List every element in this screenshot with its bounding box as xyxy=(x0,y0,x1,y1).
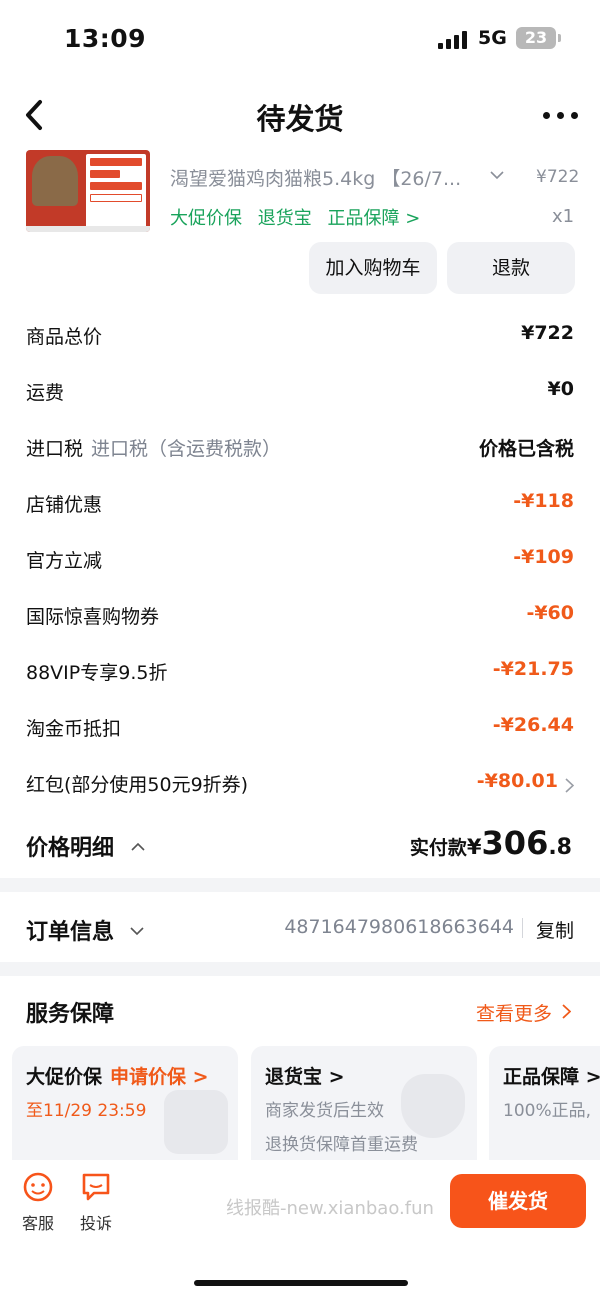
nav-bar: 待发货 xyxy=(0,80,600,150)
service-item-name: 退货宝 > xyxy=(265,1066,345,1088)
cost-row: 国际惊喜购物券 -¥60 xyxy=(26,602,574,634)
complaint-icon[interactable] xyxy=(79,1172,113,1202)
copy-button[interactable]: 复制 xyxy=(536,916,574,943)
product-title[interactable]: 渴望爱猫鸡肉猫粮5.4kg 【26/7... xyxy=(170,164,461,191)
network-type: 5G xyxy=(478,27,507,49)
service-tags[interactable]: 大促价保 退货宝 正品保障 > xyxy=(170,204,430,230)
divider xyxy=(522,918,523,938)
complaint-label[interactable]: 投诉 xyxy=(80,1210,112,1234)
chevron-down-icon[interactable] xyxy=(130,927,144,936)
paid-integer: 306 xyxy=(481,824,549,862)
chevron-right-icon[interactable] xyxy=(562,1004,571,1019)
service-item-return-insurance[interactable]: 退货宝 > 商家发货后生效 退换货保障首重运费 xyxy=(251,1046,477,1160)
paid-currency: ¥ xyxy=(466,835,482,859)
see-more-link[interactable]: 查看更多 xyxy=(476,999,552,1026)
urge-shipping-button[interactable]: 催发货 xyxy=(450,1174,586,1228)
cost-row: 商品总价 ¥722 xyxy=(26,322,574,354)
package-strip xyxy=(26,226,150,232)
tax-sublabel: 进口税（含运费税款） xyxy=(91,438,282,460)
price-detail-toggle[interactable]: 价格明细 xyxy=(26,830,114,862)
chevron-down-icon[interactable] xyxy=(490,170,504,180)
customer-service-label[interactable]: 客服 xyxy=(22,1210,54,1234)
service-title: 服务保障 xyxy=(26,1002,115,1027)
cost-value: -¥21.75 xyxy=(492,658,574,680)
home-indicator xyxy=(194,1280,408,1286)
cost-label: 淘金币抵扣 xyxy=(26,718,122,740)
service-item-name: 正品保障 > xyxy=(503,1066,600,1088)
cost-label: 商品总价 xyxy=(26,326,103,348)
tag-return-insurance: 退货宝 xyxy=(257,208,312,229)
cost-label: 官方立减 xyxy=(26,550,103,572)
service-item-title: 大促价保 申请价保 > xyxy=(26,1062,209,1089)
cost-value: -¥26.44 xyxy=(492,714,574,736)
order-info-toggle[interactable]: 订单信息 xyxy=(26,914,114,946)
customer-service-icon[interactable] xyxy=(21,1172,55,1202)
cost-label: 店铺优惠 xyxy=(26,494,103,516)
service-item-name: 大促价保 xyxy=(26,1066,103,1088)
cost-value: -¥80.01 xyxy=(476,770,558,792)
battery-cap xyxy=(558,34,561,42)
page-title: 待发货 xyxy=(256,102,344,136)
cost-label: 国际惊喜购物券 xyxy=(26,606,160,628)
cost-row: 进口税 进口税（含运费税款） 价格已含税 xyxy=(26,434,574,466)
status-bar: 13:09 5G 23 xyxy=(0,0,600,80)
tax-label: 进口税 xyxy=(26,438,84,460)
chevron-right-icon xyxy=(565,778,574,793)
cost-row: 店铺优惠 -¥118 xyxy=(26,490,574,522)
paid-amount: 实付款¥306.8 xyxy=(410,824,572,862)
cost-row: 运费 ¥0 xyxy=(26,378,574,410)
tag-price-protect: 大促价保 xyxy=(170,208,242,229)
price-tag-watermark-icon xyxy=(164,1090,228,1154)
order-info-card: 订单信息 4871647980618663644 复制 xyxy=(0,892,600,962)
cost-label: 运费 xyxy=(26,382,65,404)
product-image[interactable] xyxy=(26,150,150,232)
cost-value: -¥109 xyxy=(513,546,574,568)
service-item-desc: 退换货保障首重运费 xyxy=(265,1135,418,1155)
cost-row: 88VIP专享9.5折 -¥21.75 xyxy=(26,658,574,690)
cost-label: 88VIP专享9.5折 xyxy=(26,662,168,684)
red-packet-row[interactable]: 红包(部分使用50元9折券) -¥80.01 xyxy=(26,770,574,802)
cost-value: -¥60 xyxy=(526,602,574,624)
service-item-desc: 商家发货后生效 xyxy=(265,1101,384,1121)
service-guarantee-card: 服务保障 查看更多 大促价保 申请价保 > 至11/29 23:59 退货宝 > … xyxy=(0,976,600,1160)
cost-row: 淘金币抵扣 -¥26.44 xyxy=(26,714,574,746)
product-quantity: x1 xyxy=(552,206,575,227)
apply-price-protect-link[interactable]: 申请价保 > xyxy=(110,1066,209,1088)
battery-icon: 23 xyxy=(516,27,556,49)
order-detail-card: 渴望爱猫鸡肉猫粮5.4kg 【26/7... ¥722 大促价保 退货宝 正品保… xyxy=(0,150,600,878)
cost-row: 官方立减 -¥109 xyxy=(26,546,574,578)
cost-value: ¥722 xyxy=(521,322,574,344)
cost-value: -¥118 xyxy=(513,490,574,512)
watermark-text: 线报酷-new.xianbao.fun xyxy=(226,1198,434,1219)
cost-label: 进口税 进口税（含运费税款） xyxy=(26,434,281,461)
cost-label: 红包(部分使用50元9折券) xyxy=(26,774,249,796)
order-number: 4871647980618663644 xyxy=(284,916,514,938)
chevron-up-icon[interactable] xyxy=(131,842,145,851)
add-to-cart-button[interactable]: 加入购物车 xyxy=(309,242,437,294)
cost-value: ¥0 xyxy=(547,378,574,400)
shield-watermark-icon xyxy=(401,1074,465,1138)
tag-authentic: 正品保障 > xyxy=(327,208,421,229)
service-item-deadline: 至11/29 23:59 xyxy=(26,1101,147,1121)
more-icon[interactable] xyxy=(543,112,579,120)
package-info-panel xyxy=(86,154,146,228)
service-item-desc: 100%正品, xyxy=(503,1101,592,1121)
service-item-price-protect[interactable]: 大促价保 申请价保 > 至11/29 23:59 xyxy=(12,1046,238,1160)
cost-value: 价格已含税 xyxy=(478,438,574,460)
signal-icon xyxy=(438,31,470,49)
cat-photo-icon xyxy=(32,156,78,206)
bottom-action-bar: 客服 投诉 线报酷-new.xianbao.fun 催发货 xyxy=(0,1160,600,1298)
product-price: ¥722 xyxy=(536,167,580,187)
status-time: 13:09 xyxy=(64,24,147,53)
paid-label: 实付款 xyxy=(409,837,467,859)
refund-button[interactable]: 退款 xyxy=(447,242,575,294)
service-item-authentic[interactable]: 正品保障 > 100%正品, xyxy=(489,1046,600,1160)
paid-decimal: .8 xyxy=(548,835,572,860)
